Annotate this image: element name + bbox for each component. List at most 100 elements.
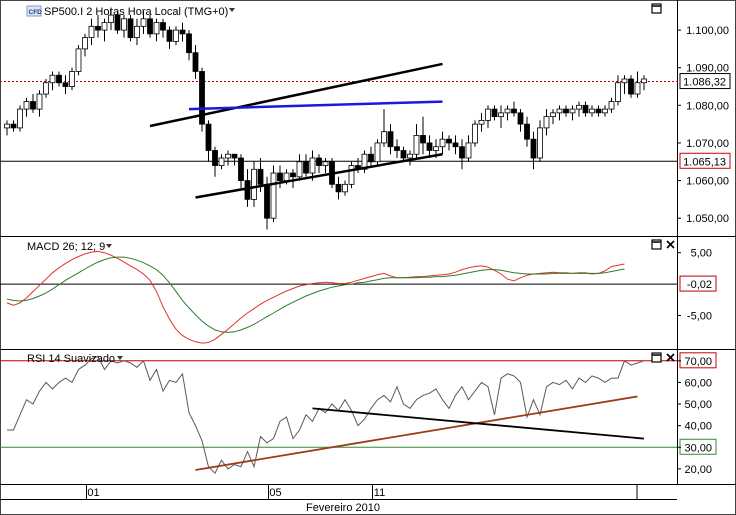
candle-body	[465, 142, 472, 159]
macd-series-macd	[6, 250, 625, 344]
candle-body	[23, 101, 30, 110]
price-tick-label: 1.080,00	[686, 100, 729, 112]
macd-pane: 5,00 -5,00 -0,02 MACD 26; 12; 9	[0, 239, 717, 344]
dropdown-arrow-icon[interactable]	[229, 8, 235, 12]
candle-body	[88, 25, 95, 39]
candle-body	[602, 108, 608, 114]
candle-body	[595, 108, 602, 114]
candle-body	[407, 153, 413, 159]
candle-body	[205, 123, 212, 151]
rsi-tick-label: 40,00	[684, 421, 712, 433]
candle-body	[49, 74, 56, 84]
candle-body	[244, 180, 251, 200]
macd-current-label: -0,02	[687, 279, 712, 291]
candle-body	[550, 112, 556, 118]
current-price-label: 1.086,32	[683, 77, 726, 89]
rsi-tick-label: 60,00	[684, 377, 712, 389]
x-axis-month-label: Fevereiro 2010	[306, 502, 380, 514]
candle-body	[238, 157, 244, 181]
candle-body	[212, 150, 218, 166]
candle-body	[472, 123, 478, 144]
candle-body	[569, 108, 576, 114]
candle-body	[95, 25, 101, 31]
candle-body	[621, 78, 628, 84]
candle-body	[173, 29, 179, 42]
trading-chart: 1.050,00 1.060,00 1.070,00 1.080,00 1.090,00…	[0, 0, 736, 515]
close-icon[interactable]	[666, 353, 675, 362]
candle-body	[101, 22, 108, 31]
candle-body	[641, 78, 647, 84]
trendline-black	[149, 62, 443, 128]
rsi-series-line	[7, 355, 645, 475]
candle-body	[270, 172, 277, 219]
candle-body	[634, 82, 641, 95]
candle-body	[400, 150, 407, 159]
candle-body	[504, 108, 511, 114]
x-tick-label: 05	[269, 487, 281, 499]
candle-body	[166, 29, 173, 42]
candle-body	[153, 22, 160, 35]
candle-body	[530, 138, 537, 159]
support-level-label: 1.065,13	[683, 156, 726, 168]
dropdown-arrow-icon[interactable]	[106, 244, 112, 248]
rsi-trendline-brown	[195, 395, 638, 471]
price-tick-label: 1.070,00	[686, 138, 729, 150]
trendline-blue	[188, 100, 443, 111]
macd-tick-label: 5,00	[691, 248, 712, 260]
candle-body	[75, 48, 82, 72]
candle-body	[179, 29, 186, 35]
candle-body	[498, 112, 504, 118]
candle-body	[485, 108, 491, 121]
price-header[interactable]: CFD SP500.I 2 Horas Hora Local (TMG+0)	[26, 5, 235, 18]
candle-body	[439, 138, 446, 148]
candle-body	[257, 168, 264, 185]
candle-body	[517, 112, 524, 125]
candle-body	[511, 108, 517, 114]
candle-body	[277, 172, 283, 181]
rsi-level-label: 30,00	[684, 442, 712, 454]
candle-body	[543, 116, 550, 129]
x-axis: 01 05 11	[86, 484, 638, 499]
candle-body	[36, 93, 43, 110]
candle-body	[316, 157, 322, 166]
price-tick-label: 1.050,00	[686, 213, 729, 225]
candle-body	[589, 108, 595, 114]
candle-body	[4, 123, 10, 129]
candle-body	[30, 101, 36, 110]
candle-body	[264, 183, 270, 219]
candle-body	[459, 146, 465, 159]
candle-body	[56, 74, 62, 84]
candle-body	[387, 131, 394, 148]
candle-body	[433, 146, 439, 151]
cfd-badge-text: CFD	[29, 9, 43, 16]
candle-body	[218, 157, 225, 166]
candle-body	[186, 33, 192, 54]
candle-body	[147, 18, 153, 35]
candle-body	[628, 78, 634, 95]
candle-body	[160, 22, 166, 31]
rsi-tick-label: 50,00	[684, 399, 712, 411]
candle-body	[303, 161, 309, 174]
candle-body	[43, 82, 49, 95]
rsi-chart-title: RSI 14 Suavizado	[27, 353, 115, 365]
candle-body	[537, 127, 543, 159]
candle-body	[381, 131, 387, 144]
candle-body	[283, 172, 290, 181]
candle-body	[576, 104, 582, 110]
dropdown-arrow-icon[interactable]	[117, 356, 123, 360]
candle-body	[342, 183, 348, 193]
price-tick-label: 1.090,00	[686, 63, 729, 75]
candle-body	[524, 123, 530, 140]
candle-body	[478, 119, 485, 125]
rsi-trendline-black	[312, 407, 645, 440]
candle-body	[556, 108, 563, 114]
price-tick-label: 1.060,00	[686, 176, 729, 188]
macd-series-signal	[6, 256, 625, 333]
close-icon[interactable]	[666, 240, 675, 249]
candle-body	[615, 82, 621, 102]
candle-body	[10, 123, 17, 129]
price-pane: 1.050,00 1.060,00 1.070,00 1.080,00 1.090,00…	[0, 3, 731, 230]
candle-body	[394, 146, 400, 151]
rsi-tick-label: 20,00	[684, 464, 712, 476]
x-tick-label: 11	[374, 487, 385, 499]
